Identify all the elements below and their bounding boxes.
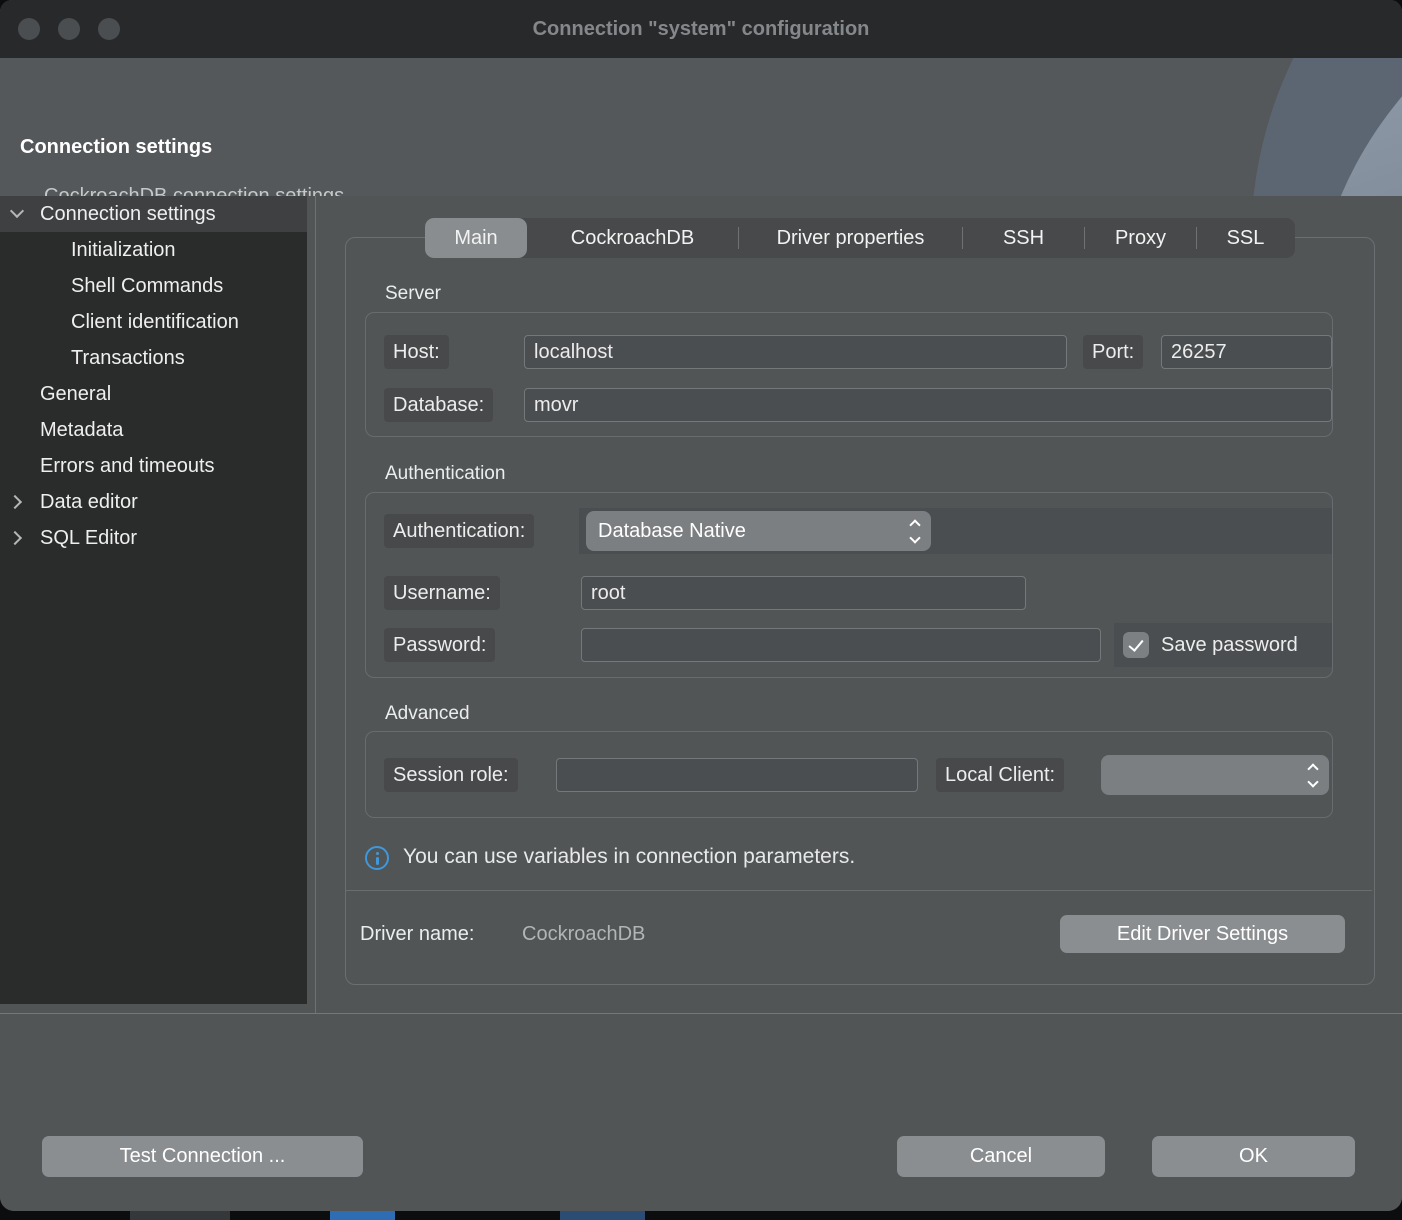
- page-title: Connection settings: [20, 136, 212, 159]
- dropdown-stepper-icon: [1309, 765, 1317, 786]
- port-input[interactable]: [1161, 335, 1332, 369]
- server-group: Host: Port: Database:: [365, 312, 1333, 437]
- desktop-sliver: [330, 1211, 395, 1220]
- desktop-behind-window: [0, 1211, 1402, 1220]
- close-window-button[interactable]: [18, 18, 40, 40]
- window-controls: [18, 18, 120, 40]
- database-label: Database:: [384, 388, 493, 422]
- tree-item-client-identification[interactable]: Client identification: [0, 304, 307, 340]
- password-label: Password:: [384, 628, 495, 662]
- database-input[interactable]: [524, 388, 1332, 422]
- desktop-sliver: [560, 1211, 645, 1220]
- host-input[interactable]: [524, 335, 1067, 369]
- ok-button[interactable]: OK: [1152, 1136, 1355, 1177]
- tree-item-transactions[interactable]: Transactions: [0, 340, 307, 376]
- window-title: Connection "system" configuration: [0, 0, 1402, 58]
- session-role-label: Session role:: [384, 758, 518, 792]
- host-label: Host:: [384, 335, 449, 369]
- page-subtitle: CockroachDB connection settings: [44, 185, 344, 196]
- zoom-window-button[interactable]: [98, 18, 120, 40]
- authentication-label: Authentication:: [384, 514, 534, 548]
- username-label: Username:: [384, 576, 500, 610]
- tab-proxy[interactable]: Proxy: [1085, 218, 1196, 258]
- authentication-section-label: Authentication: [385, 463, 505, 485]
- tree-item-sql-editor[interactable]: SQL Editor: [0, 520, 307, 556]
- port-label: Port:: [1083, 335, 1143, 369]
- tree-item-errors-and-timeouts[interactable]: Errors and timeouts: [0, 448, 307, 484]
- titlebar: Connection "system" configuration: [0, 0, 1402, 58]
- checkmark-icon: [1128, 636, 1143, 652]
- tab-ssl[interactable]: SSL: [1197, 218, 1294, 258]
- tree-item-general[interactable]: General: [0, 376, 307, 412]
- minimize-window-button[interactable]: [58, 18, 80, 40]
- info-icon: [365, 846, 389, 870]
- authentication-group: Authentication: Database Native Username…: [365, 492, 1333, 678]
- local-client-label: Local Client:: [936, 758, 1064, 792]
- advanced-section-label: Advanced: [385, 703, 470, 725]
- tree-item-initialization[interactable]: Initialization: [0, 232, 307, 268]
- dropdown-stepper-icon: [911, 521, 919, 542]
- dialog-body: Connection settings Initialization Shell…: [0, 196, 1402, 1013]
- desktop-sliver: [130, 1211, 230, 1220]
- dialog-header: Connection settings CockroachDB connecti…: [0, 58, 1402, 196]
- cancel-button[interactable]: Cancel: [897, 1136, 1105, 1177]
- tab-ssh[interactable]: SSH: [963, 218, 1084, 258]
- server-section-label: Server: [385, 283, 441, 305]
- authentication-select[interactable]: Database Native: [586, 511, 931, 551]
- tab-main[interactable]: Main: [425, 218, 527, 258]
- tree-item-connection-settings[interactable]: Connection settings: [0, 196, 307, 232]
- driver-name-label: Driver name:: [360, 923, 474, 946]
- tab-cockroachdb[interactable]: CockroachDB: [527, 218, 738, 258]
- sidebar: Connection settings Initialization Shell…: [0, 196, 316, 1013]
- settings-tree: Connection settings Initialization Shell…: [0, 196, 307, 1004]
- tree-item-data-editor[interactable]: Data editor: [0, 484, 307, 520]
- test-connection-button[interactable]: Test Connection ...: [42, 1136, 363, 1177]
- username-input[interactable]: [581, 576, 1026, 610]
- panel-separator: [345, 890, 1372, 891]
- dialog-footer: Test Connection ... Cancel OK: [0, 1013, 1402, 1211]
- password-input[interactable]: [581, 628, 1101, 662]
- edit-driver-settings-button[interactable]: Edit Driver Settings: [1060, 915, 1345, 953]
- authentication-selected-value: Database Native: [598, 520, 746, 543]
- save-password-label: Save password: [1161, 628, 1301, 662]
- tab-driver-properties[interactable]: Driver properties: [739, 218, 962, 258]
- session-role-input[interactable]: [556, 758, 918, 792]
- tree-item-metadata[interactable]: Metadata: [0, 412, 307, 448]
- driver-name-value: CockroachDB: [522, 923, 645, 946]
- info-text: You can use variables in connection para…: [403, 845, 855, 869]
- tab-bar: Main CockroachDB Driver properties SSH P…: [425, 218, 1295, 258]
- save-password-checkbox[interactable]: [1123, 632, 1149, 658]
- advanced-group: Session role: Local Client:: [365, 731, 1333, 818]
- tree-item-shell-commands[interactable]: Shell Commands: [0, 268, 307, 304]
- settings-content: Main CockroachDB Driver properties SSH P…: [316, 196, 1402, 1013]
- local-client-select[interactable]: [1101, 755, 1329, 795]
- connection-configuration-dialog: Connection "system" configuration Connec…: [0, 0, 1402, 1211]
